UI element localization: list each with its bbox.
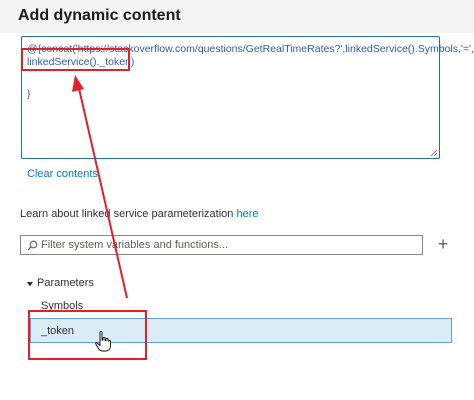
expression-line-2: linkedService()._token)	[27, 56, 135, 68]
expression-line-3: }	[27, 88, 31, 100]
clear-contents-link[interactable]: Clear contents	[27, 168, 98, 180]
panel-header: Add dynamic content	[0, 0, 474, 33]
parameter-item-token[interactable]: _token	[30, 318, 452, 343]
parameter-item-symbols[interactable]: Symbols	[41, 300, 83, 312]
parameters-section-label: Parameters	[37, 277, 94, 289]
search-icon	[27, 240, 38, 251]
expression-editor[interactable]: @{concat('https://stackoverflow.com/ques…	[21, 36, 474, 159]
filter-search-input[interactable]	[41, 237, 416, 253]
learn-prefix: Learn about linked service parameterizat…	[20, 208, 237, 220]
resize-grip-icon[interactable]	[430, 149, 437, 156]
caret-down-icon	[27, 282, 33, 287]
expression-line-1: @{concat('https://stackoverflow.com/ques…	[27, 43, 474, 55]
panel-title: Add dynamic content	[18, 7, 181, 24]
filter-search-box[interactable]	[20, 235, 423, 255]
parameter-item-token-label: _token	[41, 325, 75, 337]
hand-cursor-icon	[95, 331, 111, 352]
learn-parameterization-text: Learn about linked service parameterizat…	[20, 208, 259, 220]
learn-here-link[interactable]: here	[236, 208, 258, 220]
plus-icon[interactable]: +	[434, 235, 452, 255]
